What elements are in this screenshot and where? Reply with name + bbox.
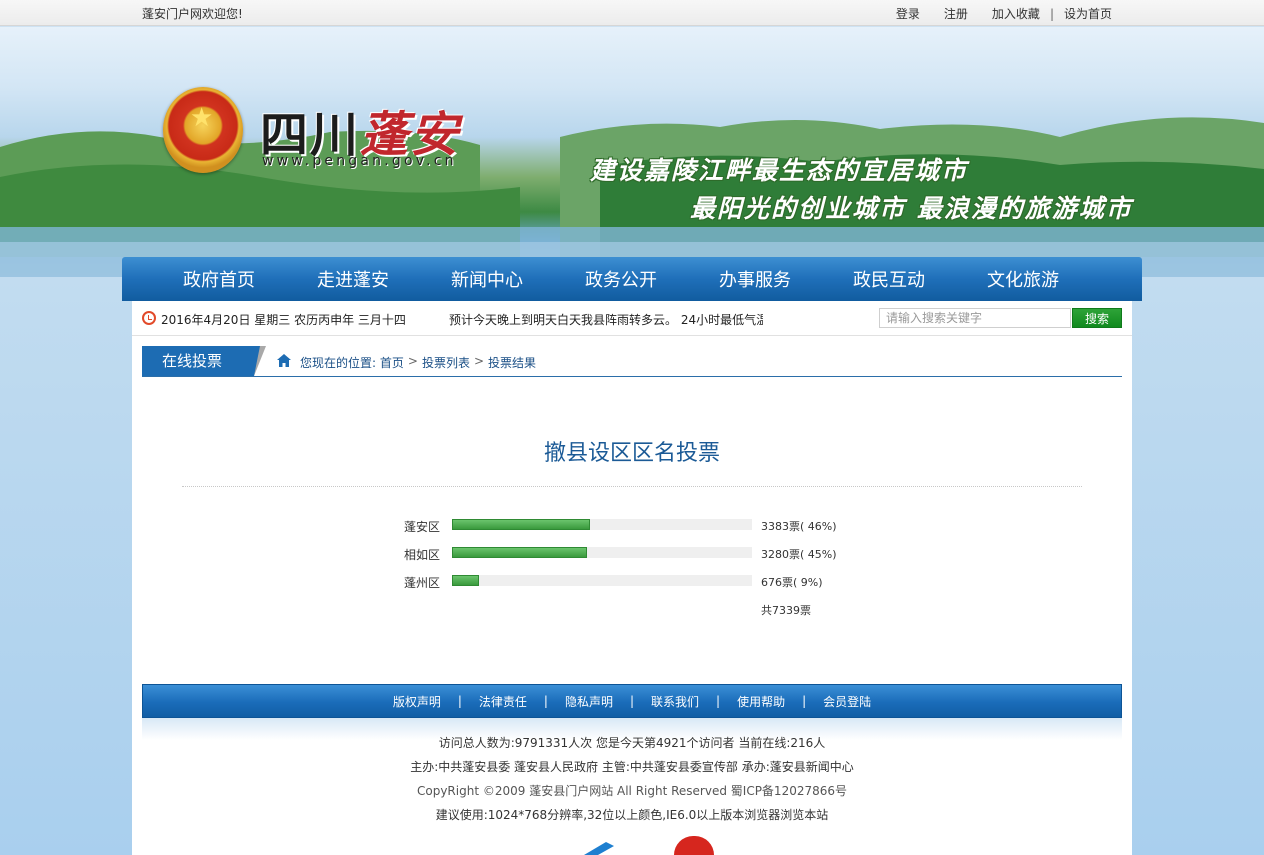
add-favorite-link[interactable]: 加入收藏	[992, 5, 1040, 22]
section-tab: 在线投票	[142, 346, 266, 376]
nav-item-interaction[interactable]: 政民互动	[822, 266, 956, 292]
nav-item-gov-home[interactable]: 政府首页	[152, 266, 286, 292]
weather-ticker: 预计今天晚上到明天白天我县阵雨转多云。 24小时最低气温	[449, 313, 763, 327]
slogan-line-1: 建设嘉陵江畔最生态的宜居城市	[590, 156, 969, 185]
main-nav: 政府首页 走进蓬安 新闻中心 政务公开 办事服务 政民互动 文化旅游	[122, 257, 1142, 301]
footer-browser-tip: 建议使用:1024*768分辨率,32位以上颜色,IE6.0以上版本浏览器浏览本…	[435, 808, 829, 822]
footer-organizers: 主办:中共蓬安县委 蓬安县人民政府 主管:中共蓬安县委宣传部 承办:蓬安县新闻中…	[410, 760, 854, 774]
location-label: 您现在的位置:	[300, 356, 377, 370]
poll-option-name: 蓬安区	[404, 520, 441, 534]
poll-option: 蓬州区 676票( 9%)	[404, 573, 864, 590]
poll-bar-track	[452, 575, 752, 586]
footer-link-help[interactable]: 使用帮助	[737, 693, 785, 710]
nav-item-about[interactable]: 走进蓬安	[286, 266, 420, 292]
login-link[interactable]: 登录	[896, 5, 920, 22]
nav-item-culture-tourism[interactable]: 文化旅游	[956, 266, 1090, 292]
register-link[interactable]: 注册	[944, 5, 968, 22]
footer-copyright: CopyRight ©2009 蓬安县门户网站 All Right Reserv…	[416, 784, 848, 798]
nav-item-gov-affairs[interactable]: 政务公开	[554, 266, 688, 292]
info-bar: 2016年4月20日 星期三 农历丙申年 三月十四 预计今天晚上到明天白天我县阵…	[132, 301, 1132, 336]
breadcrumb-home[interactable]: 首页	[380, 354, 404, 371]
header-banner: ★ 四川蓬安 www.pengan.gov.cn 建设嘉陵江畔最生态的宜居城市 …	[0, 27, 1264, 277]
poll-option: 蓬安区 3383票( 46%)	[404, 517, 864, 534]
poll-bar-track	[452, 519, 752, 530]
poll-option-name: 蓬州区	[404, 576, 441, 590]
breadcrumb: 您现在的位置: 首页 > 投票列表 > 投票结果	[300, 354, 536, 371]
poll-divider	[182, 486, 1082, 487]
poll-bar-fill	[452, 519, 590, 530]
footer-link-contact[interactable]: 联系我们	[651, 693, 699, 710]
poll-title: 撤县设区区名投票	[543, 441, 720, 466]
poll-option: 相如区 3280票( 45%)	[404, 545, 864, 562]
welcome-text: 蓬安门户网欢迎您!	[142, 7, 243, 21]
nav-item-news[interactable]: 新闻中心	[420, 266, 554, 292]
search-button[interactable]: 搜索	[1072, 308, 1122, 328]
slogan-line-2: 最阳光的创业城市 最浪漫的旅游城市	[690, 194, 1133, 223]
top-bar: 蓬安门户网欢迎您! 登录 注册 加入收藏 | 设为首页	[0, 0, 1264, 26]
footer-nav: 版权声明 | 法律责任 | 隐私声明 | 联系我们 | 使用帮助 | 会员登陆	[142, 684, 1122, 718]
clock-icon	[142, 311, 156, 325]
footer-link-member-login[interactable]: 会员登陆	[823, 693, 871, 710]
section-header: 在线投票 您现在的位置: 首页 > 投票列表 > 投票结果	[142, 346, 1122, 377]
poll-option-votes: 676票( 9%)	[761, 576, 823, 589]
footer-link-copyright[interactable]: 版权声明	[393, 693, 441, 710]
breadcrumb-arrow: >	[407, 354, 418, 368]
poll-total: 共7339票	[761, 604, 811, 617]
breadcrumb-arrow: >	[473, 354, 485, 368]
breadcrumb-vote-result: 投票结果	[488, 356, 537, 370]
search-input[interactable]	[879, 308, 1071, 328]
certification-badge-icon[interactable]	[584, 840, 624, 855]
poll-option-votes: 3383票( 46%)	[761, 520, 837, 533]
footer-link-privacy[interactable]: 隐私声明	[565, 693, 613, 710]
site-url: www.pengan.gov.cn	[262, 153, 457, 169]
footer-visit-stats: 访问总人数为:9791331人次 您是今天第4921个访问者 当前在线:216人	[438, 736, 826, 750]
top-link-separator: |	[1049, 6, 1054, 21]
poll-bar-fill	[452, 575, 479, 586]
home-icon	[277, 354, 291, 367]
footer-link-legal[interactable]: 法律责任	[479, 693, 527, 710]
poll-option-votes: 3280票( 45%)	[761, 548, 837, 561]
date-text: 2016年4月20日 星期三 农历丙申年 三月十四	[161, 313, 406, 327]
poll-bar-track	[452, 547, 752, 558]
poll-bar-fill	[452, 547, 587, 558]
top-links: 登录 注册 加入收藏 | 设为首页	[896, 5, 1112, 22]
poll-option-name: 相如区	[404, 548, 441, 562]
breadcrumb-vote-list[interactable]: 投票列表	[422, 354, 470, 371]
nav-item-services[interactable]: 办事服务	[688, 266, 822, 292]
national-emblem-icon[interactable]: ★	[163, 87, 243, 173]
set-homepage-link[interactable]: 设为首页	[1064, 5, 1112, 22]
